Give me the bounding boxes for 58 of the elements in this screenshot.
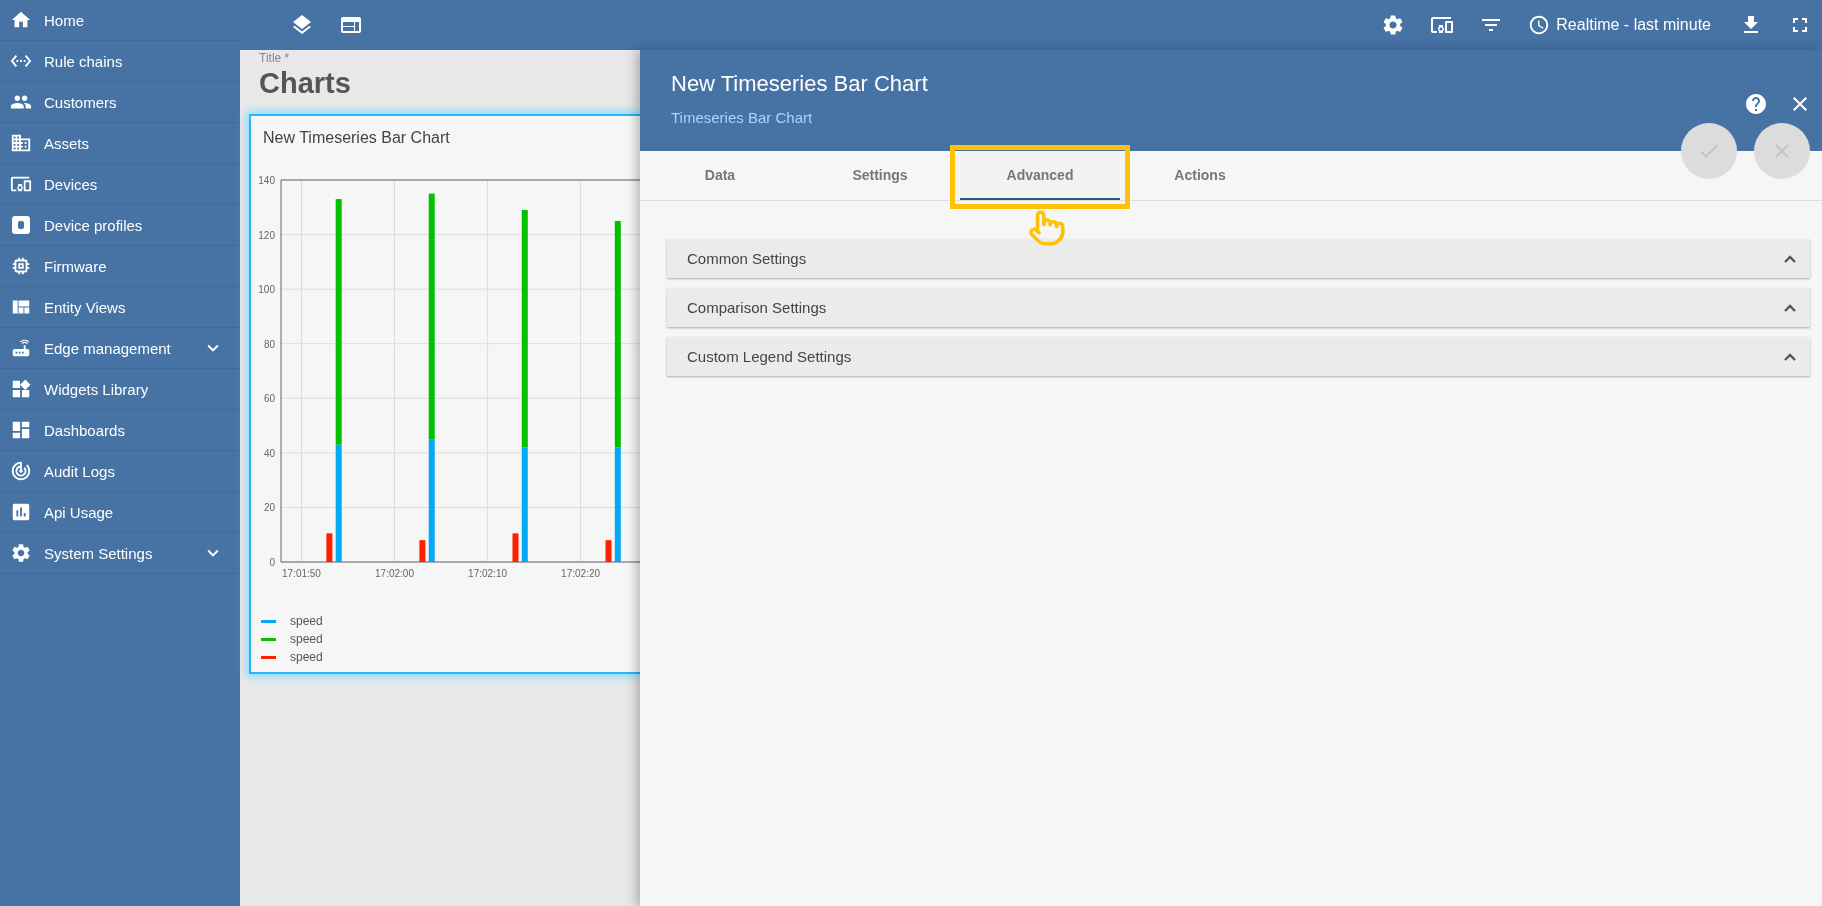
widget-title: New Timeseries Bar Chart	[262, 128, 451, 148]
dashboard-icon	[10, 419, 32, 441]
accordion-header[interactable]: Common Settings	[667, 239, 1810, 278]
help-icon[interactable]	[1744, 92, 1768, 116]
bar	[512, 533, 519, 562]
axis-label: 17:02:00	[375, 568, 414, 579]
axis-label: 0	[269, 557, 275, 568]
badge-icon	[10, 214, 32, 236]
sidebar-item[interactable]: Edge management	[0, 328, 240, 369]
tab[interactable]: Actions	[1120, 151, 1280, 200]
dashboard-title: Charts	[259, 67, 352, 100]
axis-label: 120	[258, 229, 275, 241]
sidebar-item[interactable]: System Settings	[0, 533, 240, 574]
chip-icon	[10, 255, 32, 277]
accordion-header[interactable]: Custom Legend Settings	[667, 337, 1810, 376]
axis-label: 60	[263, 393, 275, 405]
legend-label: speed	[290, 650, 323, 664]
clock-icon	[1528, 14, 1551, 36]
sidebar-item[interactable]: Audit Logs	[0, 451, 240, 492]
chevron-up-icon	[1784, 352, 1796, 361]
chevron-up-icon	[1784, 254, 1796, 263]
sidebar-item[interactable]: Home	[0, 0, 240, 41]
panel-title: New Timeseries Bar Chart	[671, 71, 928, 97]
field-label: Title *	[259, 51, 291, 65]
sidebar-item[interactable]: Device profiles	[0, 205, 240, 246]
legend-label: speed	[290, 632, 323, 646]
building-icon	[10, 132, 32, 154]
sidebar-item[interactable]: Entity Views	[0, 287, 240, 328]
widgets-icon	[10, 378, 32, 400]
sidebar-item[interactable]: Dashboards	[0, 410, 240, 451]
sidebar-item[interactable]: Devices	[0, 164, 240, 205]
sidebar-item[interactable]: Assets	[0, 123, 240, 164]
accordion-header[interactable]: Comparison Settings	[667, 288, 1810, 327]
axis-label: 17:02:10	[468, 568, 507, 579]
bar	[605, 540, 612, 562]
axis-label: 40	[263, 447, 275, 459]
axis-label: 100	[258, 284, 275, 296]
legend-label: speed	[290, 614, 323, 628]
bar-chart-icon	[10, 501, 32, 523]
bar	[419, 540, 426, 562]
target-icon	[10, 460, 32, 482]
sidebar-item[interactable]: Widgets Library	[0, 369, 240, 410]
tab[interactable]: Data	[640, 151, 800, 200]
tab[interactable]: Advanced	[960, 151, 1120, 200]
axis-label: 20	[263, 502, 275, 514]
panel-subtitle: Timeseries Bar Chart	[671, 109, 813, 126]
chevron-up-icon	[1784, 303, 1796, 312]
settings-icon	[10, 542, 32, 564]
axis-label: 140	[258, 175, 275, 186]
axis-label: 17:01:50	[282, 568, 321, 579]
bar	[326, 533, 333, 562]
axis-label: 17:02:20	[561, 568, 601, 579]
hand-pointer-icon	[1028, 209, 1066, 247]
tab[interactable]: Settings	[800, 151, 960, 200]
sidebar-item[interactable]: Api Usage	[0, 492, 240, 533]
timewindow-button[interactable]: Realtime - last minute	[1528, 14, 1711, 36]
router-icon	[10, 337, 32, 359]
axis-label: 80	[263, 338, 275, 350]
